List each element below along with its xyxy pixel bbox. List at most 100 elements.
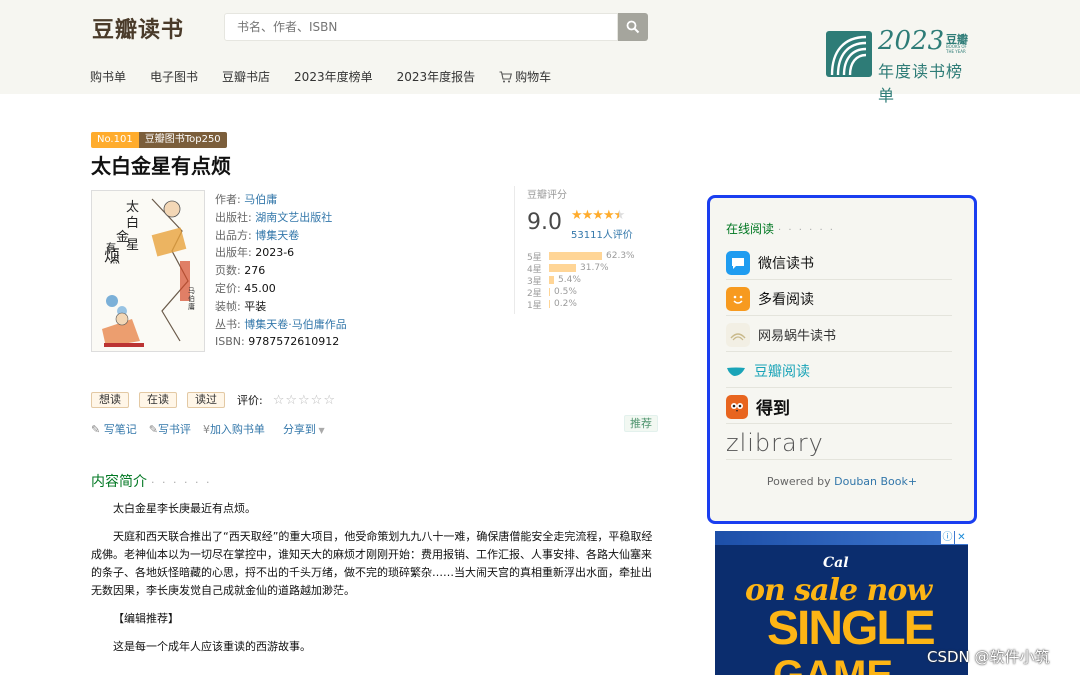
powered-by: Powered by Douban Book+ (710, 475, 974, 488)
rating-score: 9.0 (527, 210, 562, 235)
book-info: 作者: 马伯庸 出版社: 湖南文艺出版社 出品方: 博集天卷 出版年: 2023… (215, 191, 347, 351)
rating-row-pct: 31.7% (580, 263, 609, 273)
intro-heading-dots: · · · · · · (151, 476, 212, 489)
rating-votes-link[interactable]: 53111人评价 (571, 226, 633, 241)
reading-button[interactable]: 在读 (139, 392, 177, 408)
share-link[interactable]: 分享到 ▼ (283, 421, 325, 437)
online-reading-heading-text: 在线阅读 (726, 222, 775, 236)
rate-stars-input[interactable]: ☆☆☆☆☆ (273, 393, 336, 408)
douban-book-logo[interactable]: 豆瓣读书 (92, 12, 184, 44)
intro-paragraph: 这是每一个成年人应该重读的西游故事。 (113, 640, 311, 653)
rating-row-pct: 0.5% (554, 287, 577, 297)
vendor-name: 多看阅读 (758, 291, 814, 308)
recommend-button[interactable]: 推荐 (624, 415, 658, 432)
pencil-icon: ✎ (91, 423, 101, 436)
vendor-douban-read[interactable]: 豆瓣阅读 (726, 354, 952, 388)
search-button[interactable] (618, 13, 648, 41)
annual-logo-icon (826, 31, 872, 77)
nav-item-bookstore[interactable]: 豆瓣书店 (222, 68, 270, 85)
info-label: 出品方: (215, 228, 252, 242)
cover-author: 马 (188, 287, 195, 295)
vendor-duokan[interactable]: 多看阅读 (726, 282, 952, 316)
rating-row-2: 2星 0.5% (527, 286, 635, 299)
cover-illustration: 太 白 金 星 有 点 烦 马 伯 庸 (92, 191, 204, 351)
cover-title-char-7: 烦 (104, 246, 120, 265)
ad-info-icon[interactable]: ⓘ (941, 531, 954, 544)
nav-item-annual-list[interactable]: 2023年度榜单 (294, 68, 373, 85)
rating-label: 豆瓣评分 (527, 190, 567, 201)
author-link[interactable]: 马伯庸 (244, 193, 277, 206)
publisher-link[interactable]: 湖南文艺出版社 (255, 211, 332, 224)
info-label: 定价: (215, 281, 241, 295)
info-author: 作者: 马伯庸 (215, 191, 347, 209)
cover-title-char-1: 太 (126, 200, 139, 215)
info-publisher: 出版社: 湖南文艺出版社 (215, 209, 347, 227)
info-pages: 页数: 276 (215, 262, 347, 280)
intro-paragraph: 太白金星李长庚最近有点烦。 (113, 502, 256, 515)
nav-item-booklist[interactable]: 购书单 (90, 68, 126, 85)
action-links: ✎ 写笔记 ✎写书评 ¥加入购书单 分享到 ▼ (91, 421, 325, 437)
have-read-button[interactable]: 读过 (187, 392, 225, 408)
ad-title: SINGLE (767, 602, 936, 655)
pencil-icon: ✎ (148, 423, 158, 436)
intro-heading: 内容简介 · · · · · · (91, 471, 211, 491)
chevron-down-icon: ▼ (315, 426, 325, 435)
annual-list-badge[interactable]: 2023 豆瓣 BOOKS OF THE YEAR 年度读书榜单 (826, 26, 976, 105)
rating-row-4: 4星 31.7% (527, 262, 635, 275)
reading-actions: 想读 在读 读过 评价: ☆☆☆☆☆ (91, 392, 336, 408)
vendor-zlibrary[interactable]: zlibrary (726, 426, 952, 460)
write-review-link[interactable]: ✎写书评 (149, 421, 191, 437)
nav-item-cart-label: 购物车 (515, 70, 552, 84)
search-input[interactable] (224, 13, 618, 41)
producer-link[interactable]: 博集天卷 (255, 229, 299, 242)
want-to-read-button[interactable]: 想读 (91, 392, 129, 408)
info-label: 丛书: (215, 317, 241, 331)
douban-book-plus-link[interactable]: Douban Book+ (834, 475, 917, 488)
write-note-link[interactable]: ✎ 写笔记 (91, 421, 137, 437)
vendor-weread[interactable]: 微信读书 (726, 246, 952, 280)
nav-item-cart[interactable]: 购物车 (499, 68, 551, 85)
intro-paragraph: 天庭和西天联合推出了“西天取经”的重大项目，他受命策划九九八十一难，确保唐僧能安… (91, 530, 653, 597)
info-price: 定价: 45.00 (215, 280, 347, 298)
rating-bar (549, 300, 550, 308)
top-banner: 豆瓣读书 购书单 电子图书 豆瓣书店 2023年度榜单 2023年度报告 购物车… (0, 0, 1080, 105)
rating-row-5: 5星 62.3% (527, 250, 635, 263)
rank-list-name: 豆瓣图书Top250 (138, 132, 227, 148)
annual-subtitle: 年度读书榜单 (878, 62, 964, 105)
info-label: 页数: (215, 264, 241, 278)
info-value: 9787572610912 (248, 335, 340, 349)
rating-row-pct: 62.3% (606, 251, 635, 261)
online-reading-heading: 在线阅读 · · · · · · (726, 220, 835, 237)
book-title: 太白金星有点烦 (91, 154, 231, 178)
write-note-label: 写笔记 (103, 423, 137, 436)
nav-item-ebooks[interactable]: 电子图书 (150, 68, 198, 85)
info-isbn: ISBN: 9787572610912 (215, 333, 347, 351)
nav-item-annual-report[interactable]: 2023年度报告 (397, 68, 476, 85)
douban-read-icon (726, 359, 746, 383)
info-value: 276 (244, 264, 266, 278)
vendor-dedao[interactable]: 得到 (726, 390, 952, 424)
rating-row-star: 1星 (527, 300, 542, 311)
yen-icon: ¥ (202, 423, 210, 436)
rating-row-3: 3星 5.4% (527, 274, 635, 287)
cover-title-char-2: 白 (126, 215, 139, 231)
vendor-netease-snail[interactable]: 网易蜗牛读书 (726, 318, 952, 352)
add-to-booklist-label: 加入购书单 (209, 423, 265, 436)
series-link[interactable]: 博集天卷·马伯庸作品 (244, 318, 347, 331)
ad-close-icon[interactable]: ✕ (955, 531, 968, 544)
dedao-owl-icon (726, 394, 748, 419)
info-pub-year: 出版年: 2023-6 (215, 244, 347, 262)
add-to-booklist-link[interactable]: ¥加入购书单 (203, 421, 265, 437)
info-label: 作者: (215, 193, 241, 206)
ad-brand: Cal (823, 555, 849, 571)
rating-row-pct: 0.2% (554, 299, 577, 309)
main-nav: 购书单 电子图书 豆瓣书店 2023年度榜单 2023年度报告 购物车 (90, 68, 551, 85)
book-cover[interactable]: 太 白 金 星 有 点 烦 马 伯 庸 (91, 190, 205, 352)
rating-stars-icon: ★★★★★★ (571, 208, 625, 223)
top250-rank-badge[interactable]: No.101 豆瓣图书Top250 (91, 132, 227, 148)
rating-distribution: 5星 62.3% 4星 31.7% 3星 5.4% 2星 0.5% 1星 0.2% (527, 250, 635, 311)
info-label: ISBN: (215, 335, 245, 349)
duokan-icon (726, 286, 750, 311)
cart-icon (499, 70, 513, 82)
info-label: 装帧: (215, 299, 241, 313)
